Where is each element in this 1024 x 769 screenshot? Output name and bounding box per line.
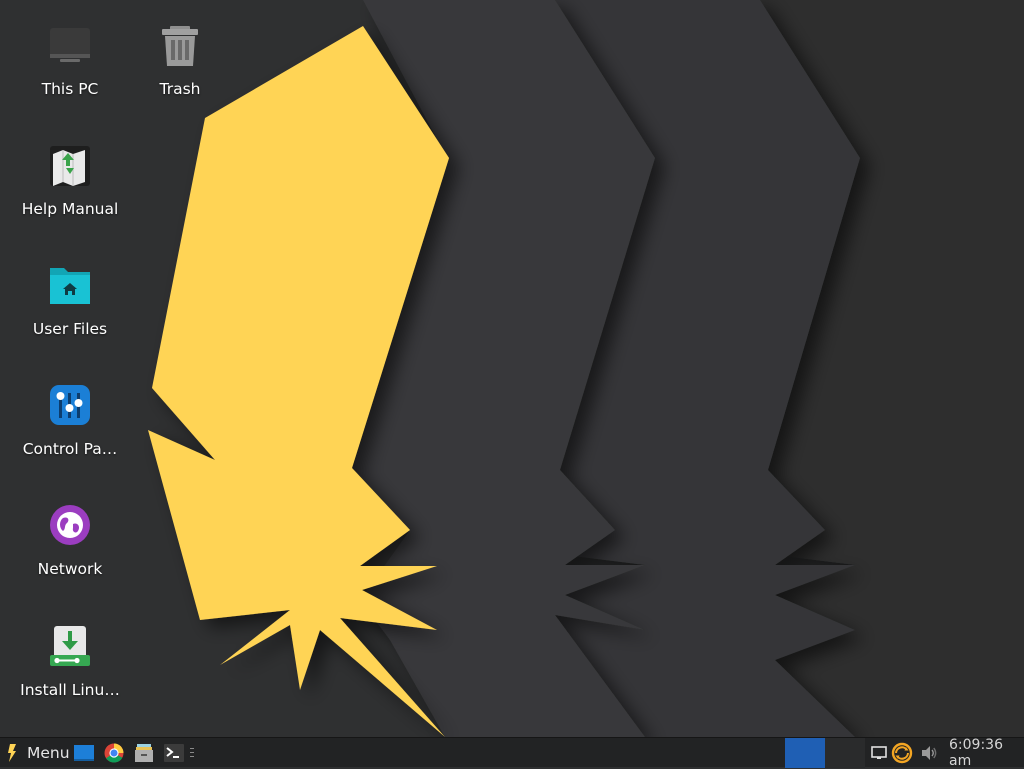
desktop-icon-network[interactable]: Network <box>15 504 125 578</box>
show-desktop-icon <box>74 745 94 761</box>
terminal-icon <box>164 744 184 762</box>
desktop-icon-label: Help Manual <box>21 200 119 218</box>
clock[interactable]: 6:09:36 am <box>949 737 1024 769</box>
volume-icon <box>922 746 937 760</box>
terminal-launcher[interactable] <box>164 738 184 768</box>
install-icon <box>50 626 90 666</box>
desktop-icon-install[interactable]: Install Linu… <box>15 625 125 699</box>
display-tray-button[interactable] <box>871 738 887 768</box>
globe-icon <box>50 505 90 545</box>
desktop-icon-label: Network <box>37 560 103 578</box>
show-desktop-button[interactable] <box>74 738 94 768</box>
update-tray-button[interactable] <box>891 738 913 768</box>
display-icon <box>871 746 887 759</box>
desktop-icon-label: User Files <box>32 320 108 338</box>
menu-logo-icon <box>8 744 16 762</box>
menu-button[interactable]: Menu <box>4 738 70 768</box>
chrome-icon <box>104 743 124 763</box>
desktop-icon-label: Trash <box>159 80 201 98</box>
desktop-icon-control-panel[interactable]: Control Pa… <box>15 384 125 458</box>
clock-label: 6:09:36 am <box>949 737 1003 769</box>
map-icon <box>50 146 90 186</box>
desktop-icon-this-pc[interactable]: This PC <box>15 24 125 98</box>
launcher-handle[interactable] <box>190 738 196 768</box>
taskbar: Menu 6:09:36 am <box>0 737 1024 769</box>
volume-tray-button[interactable] <box>920 738 938 768</box>
workspace-2[interactable] <box>825 738 865 768</box>
menu-label: Menu <box>27 744 70 762</box>
chrome-launcher[interactable] <box>104 738 124 768</box>
workspace-1[interactable] <box>785 738 825 768</box>
desktop-icon-user-files[interactable]: User Files <box>15 264 125 338</box>
desktop-icon-help-manual[interactable]: Help Manual <box>15 144 125 218</box>
home-folder-icon <box>50 268 90 304</box>
computer-icon <box>50 28 90 62</box>
desktop-icon-trash[interactable]: Trash <box>125 24 235 98</box>
sliders-icon <box>50 385 90 425</box>
file-manager-launcher[interactable] <box>134 738 154 768</box>
file-manager-icon <box>135 744 153 762</box>
wallpaper <box>0 0 1024 737</box>
update-icon <box>891 742 913 764</box>
trash-icon <box>162 26 198 66</box>
desktop-icon-label: This PC <box>41 80 99 98</box>
handle-icon <box>190 748 194 757</box>
desktop-icon-label: Control Pa… <box>22 440 118 458</box>
desktop-icon-label: Install Linu… <box>20 681 120 699</box>
